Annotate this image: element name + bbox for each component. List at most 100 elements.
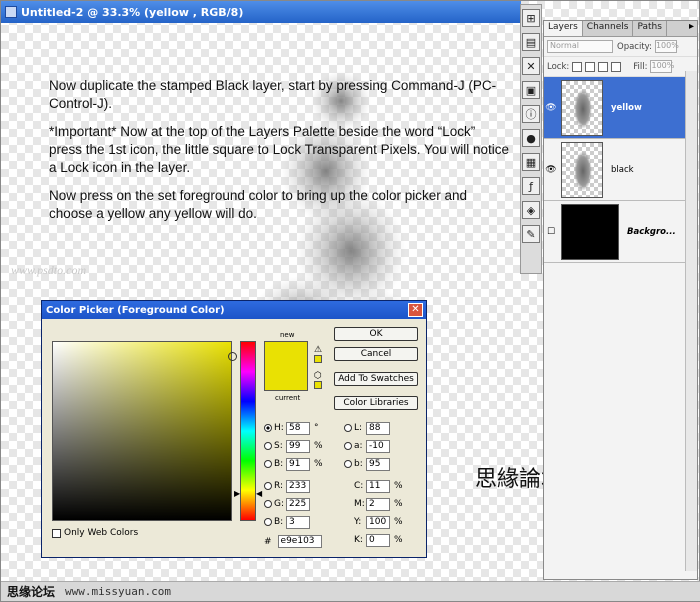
lock-row: Lock: Fill: 100% (544, 57, 697, 77)
lab-a-field[interactable]: -10 (366, 439, 390, 453)
layer-name: yellow (611, 102, 642, 113)
visibility-box-icon[interactable]: ☐ (544, 227, 558, 237)
radio-icon[interactable] (344, 460, 352, 468)
footer-site-url[interactable]: www.missyuan.com (65, 585, 171, 598)
magenta-row: M: 2 % (354, 497, 403, 511)
radio-icon[interactable] (264, 424, 272, 432)
yellow-row: Y: 100 % (354, 515, 403, 529)
document-title: Untitled-2 @ 33.3% (yellow , RGB/8) (21, 5, 244, 19)
tutorial-paragraph-2: *Important* Now at the top of the Layers… (49, 124, 510, 175)
color-field-marker[interactable] (228, 352, 237, 361)
document-title-bar[interactable]: Untitled-2 @ 33.3% (yellow , RGB/8) (1, 1, 521, 23)
lab-b-field[interactable]: 95 (366, 457, 390, 471)
navigator-icon[interactable]: ⊞ (522, 9, 540, 27)
visibility-eye-icon[interactable]: 👁 (544, 103, 558, 113)
web-safe-warning-icon[interactable]: ⬡ (314, 371, 322, 392)
black-field[interactable]: 0 (366, 533, 390, 547)
lock-transparent-icon[interactable] (572, 61, 583, 72)
photoshop-doc-icon (5, 6, 17, 18)
green-field[interactable]: 225 (286, 497, 310, 511)
layer-thumbnail (561, 79, 603, 136)
cyan-field[interactable]: 11 (366, 479, 390, 493)
layer-row-yellow[interactable]: 👁 yellow 🔒 (544, 77, 697, 139)
panel-tabs: Layers Channels Paths ▸ (544, 21, 697, 37)
history-icon[interactable]: ◈ (522, 201, 540, 219)
hue-slider-left-arrow-icon[interactable]: ▶ (234, 489, 240, 498)
layer-thumbnail (561, 203, 619, 260)
visibility-eye-icon[interactable]: 👁 (544, 165, 558, 175)
radio-icon[interactable] (344, 424, 352, 432)
radio-icon[interactable] (264, 442, 272, 450)
tutorial-paragraph-1: Now duplicate the stamped Black layer, s… (49, 78, 497, 111)
color-picker-dialog: Color Picker (Foreground Color) ✕ ▶ ◀ On… (41, 300, 427, 558)
color-field[interactable] (52, 341, 237, 521)
blend-mode-select[interactable]: Normal (547, 40, 613, 53)
layers-scrollbar[interactable] (685, 71, 697, 571)
color-libraries-button[interactable]: Color Libraries (334, 396, 418, 410)
info-icon[interactable]: ⓘ (522, 105, 540, 123)
blend-row: Normal Opacity: 100% (544, 37, 697, 57)
lock-label: Lock: (547, 61, 570, 72)
black-row: K: 0 % (354, 533, 403, 547)
radio-icon[interactable] (264, 460, 272, 468)
layer-thumbnail (561, 141, 603, 198)
hex-row: # e9e103 (264, 535, 322, 548)
lock-image-icon[interactable] (585, 61, 596, 72)
tab-channels[interactable]: Channels (583, 21, 634, 36)
ok-button[interactable]: OK (334, 327, 418, 341)
cancel-button[interactable]: Cancel (334, 347, 418, 361)
lab-b-row: b: 95 (344, 457, 390, 471)
histogram-icon[interactable]: ▤ (522, 33, 540, 51)
lab-l-field[interactable]: 88 (366, 421, 390, 435)
opacity-field[interactable]: 100% (654, 40, 679, 53)
hue-slider[interactable] (240, 341, 256, 521)
actions-icon[interactable]: ƒ (522, 177, 540, 195)
lab-l-row: L: 88 (344, 421, 390, 435)
checkbox-icon[interactable] (52, 528, 61, 538)
brightness-field[interactable]: 91 (286, 457, 310, 471)
only-web-colors-option[interactable]: Only Web Colors (52, 528, 138, 538)
tab-layers[interactable]: Layers (544, 21, 583, 36)
layer-row-black[interactable]: 👁 black (544, 139, 697, 201)
radio-icon[interactable] (264, 518, 272, 526)
blue-field[interactable]: 3 (286, 515, 310, 529)
fill-label: Fill: (633, 61, 648, 72)
styles-icon[interactable]: ● (522, 129, 540, 147)
new-color-label: new (280, 331, 295, 339)
brushes-icon[interactable]: ✎ (522, 225, 540, 243)
panel-dock-strip: ⊞ ▤ ✕ ▣ ⓘ ● ▦ ƒ ◈ ✎ (520, 4, 542, 274)
current-color-label: current (275, 394, 301, 402)
hex-field[interactable]: e9e103 (277, 535, 322, 548)
cyan-row: C: 11 % (354, 479, 403, 493)
saturation-field[interactable]: 99 (286, 439, 310, 453)
only-web-colors-label: Only Web Colors (64, 528, 139, 538)
hue-slider-right-arrow-icon[interactable]: ◀ (256, 489, 262, 498)
opacity-label: Opacity: (617, 41, 652, 52)
lock-position-icon[interactable] (598, 61, 609, 72)
radio-icon[interactable] (264, 482, 272, 490)
red-field[interactable]: 233 (286, 479, 310, 493)
grid-icon[interactable]: ▦ (522, 153, 540, 171)
gamut-warning-icon[interactable]: ⚠ (314, 345, 322, 366)
close-icon[interactable]: ✕ (408, 303, 423, 317)
blue-row: B: 3 (264, 515, 310, 529)
brightness-row: B: 91 % (264, 457, 323, 471)
fill-field[interactable]: 100% (650, 60, 674, 73)
radio-icon[interactable] (264, 500, 272, 508)
hex-label: # (264, 536, 272, 547)
hue-field[interactable]: 58 (286, 421, 310, 435)
tab-paths[interactable]: Paths (633, 21, 667, 36)
panel-menu-icon[interactable]: ▸ (686, 21, 697, 36)
add-to-swatches-button[interactable]: Add To Swatches (334, 372, 418, 386)
color-swatch-preview[interactable] (264, 341, 308, 391)
tools-icon[interactable]: ✕ (522, 57, 540, 75)
yellow-field[interactable]: 100 (366, 515, 390, 529)
green-row: G: 225 (264, 497, 310, 511)
magenta-field[interactable]: 2 (366, 497, 390, 511)
layer-row-background[interactable]: ☐ Backgro... 🔒 (544, 201, 697, 263)
tutorial-paragraph-3: Now press on the set foreground color to… (49, 188, 467, 221)
radio-icon[interactable] (344, 442, 352, 450)
image-icon[interactable]: ▣ (522, 81, 540, 99)
lock-all-icon[interactable] (611, 61, 622, 72)
watermark-text: www.psdto.com (11, 263, 87, 277)
